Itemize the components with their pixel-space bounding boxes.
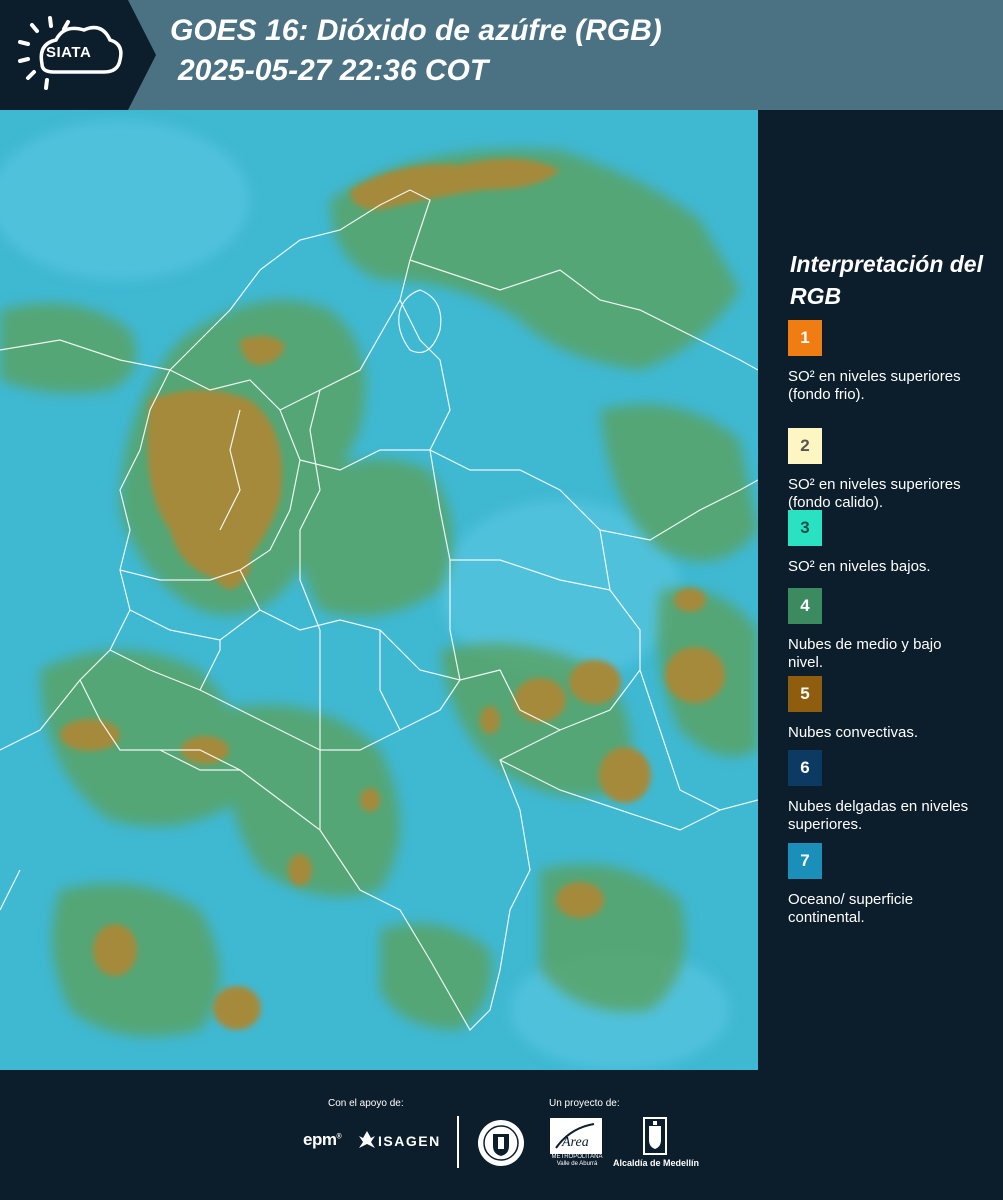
epm-logo: epm® [303,1130,342,1149]
legend-label-2: SO² en niveles superiores (fondo calido)… [788,476,961,511]
legend-item-7: 7 Oceano/ superficie continental. [788,843,988,927]
legend-item-1: 1 SO² en niveles superiores (fondo frio). [788,320,988,404]
legend-swatch-6: 6 [788,750,822,786]
legend-label-6: Nubes delgadas en niveles superiores. [788,798,969,833]
logo-arrow-shape [128,0,156,110]
rgb-legend: Interpretación del RGB 1 SO² en niveles s… [760,110,1003,1070]
header-bar: SIATA GOES 16: Dióxido de azúfre (RGB) 2… [0,0,1003,110]
legend-title: Interpretación del RGB [790,251,983,309]
legend-item-4: 4 Nubes de medio y bajo nivel. [788,588,988,672]
legend-swatch-1: 1 [788,320,822,356]
project-label: Un proyecto de: [549,1098,620,1109]
legend-swatch-7: 7 [788,843,822,879]
legend-swatch-4: 4 [788,588,822,624]
legend-label-4: Nubes de medio y bajo nivel. [788,636,942,671]
area-metropolitana-subtitle: METROPOLITANA Valle de Aburrá [551,1154,603,1167]
legend-item-3: 3 SO² en niveles bajos. [788,510,988,576]
area-metropolitana-logo: Área [550,1118,602,1154]
footer: Con el apoyo de: Un proyecto de: epm® IS… [0,1070,1003,1200]
siata-logo-text: SIATA [46,44,92,61]
siata-logo: SIATA [0,0,128,110]
legend-item-5: 5 Nubes convectivas. [788,676,988,742]
satellite-map[interactable] [0,110,758,1070]
legend-label-3: SO² en niveles bajos. [788,558,931,575]
page-title: GOES 16: Dióxido de azúfre (RGB) [170,14,662,47]
legend-swatch-3: 3 [788,510,822,546]
legend-swatch-5: 5 [788,676,822,712]
legend-label-1: SO² en niveles superiores (fondo frio). [788,368,961,403]
legend-item-2: 2 SO² en niveles superiores (fondo calido… [788,428,988,512]
medellin-seal-icon [478,1120,524,1166]
satellite-image [0,110,758,1070]
legend-label-7: Oceano/ superficie continental. [788,891,914,926]
support-label: Con el apoyo de: [328,1098,404,1109]
page-timestamp: 2025-05-27 22:36 COT [178,54,489,87]
isagen-mark-icon [359,1131,375,1148]
alcaldia-label: Alcaldía de Medellín [613,1158,700,1168]
alcaldia-emblem-icon [643,1117,667,1155]
isagen-logo: ISAGEN [378,1133,441,1149]
legend-swatch-2: 2 [788,428,822,464]
legend-item-6: 6 Nubes delgadas en niveles superiores. [788,750,988,834]
footer-divider [457,1116,459,1168]
svg-text:Área: Área [561,1133,589,1150]
legend-label-5: Nubes convectivas. [788,724,919,741]
